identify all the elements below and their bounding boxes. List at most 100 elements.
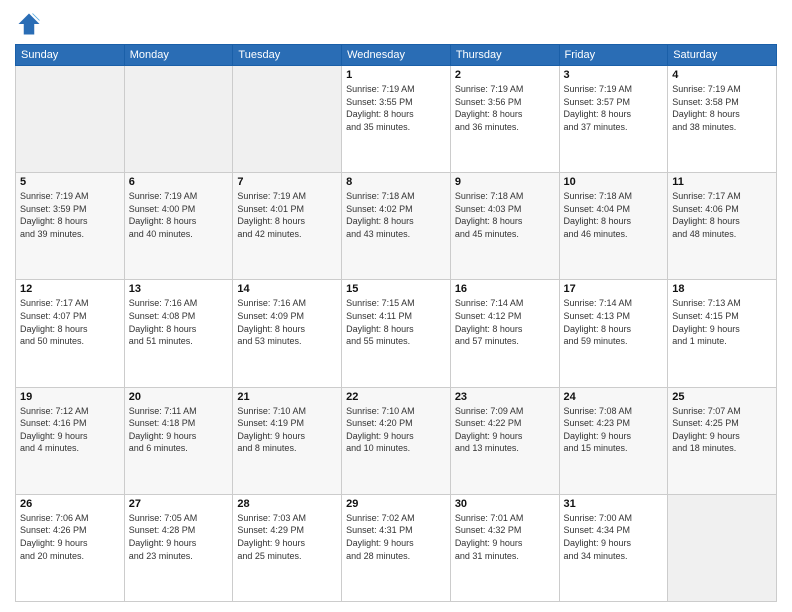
- day-info: Sunrise: 7:08 AM Sunset: 4:23 PM Dayligh…: [564, 405, 664, 455]
- day-cell: [16, 66, 125, 173]
- day-info: Sunrise: 7:01 AM Sunset: 4:32 PM Dayligh…: [455, 512, 555, 562]
- day-number: 18: [672, 283, 772, 295]
- weekday-header-row: SundayMondayTuesdayWednesdayThursdayFrid…: [16, 45, 777, 66]
- day-info: Sunrise: 7:18 AM Sunset: 4:02 PM Dayligh…: [346, 190, 446, 240]
- day-number: 26: [20, 498, 120, 510]
- day-number: 12: [20, 283, 120, 295]
- header: [15, 10, 777, 38]
- day-info: Sunrise: 7:00 AM Sunset: 4:34 PM Dayligh…: [564, 512, 664, 562]
- day-cell: 22 Sunrise: 7:10 AM Sunset: 4:20 PM Dayli…: [342, 387, 451, 494]
- weekday-header-sunday: Sunday: [16, 45, 125, 66]
- day-info: Sunrise: 7:16 AM Sunset: 4:09 PM Dayligh…: [237, 297, 337, 347]
- day-info: Sunrise: 7:19 AM Sunset: 3:58 PM Dayligh…: [672, 83, 772, 133]
- day-number: 6: [129, 176, 229, 188]
- day-cell: 19 Sunrise: 7:12 AM Sunset: 4:16 PM Dayli…: [16, 387, 125, 494]
- week-row-3: 19 Sunrise: 7:12 AM Sunset: 4:16 PM Dayli…: [16, 387, 777, 494]
- weekday-header-monday: Monday: [124, 45, 233, 66]
- day-cell: [233, 66, 342, 173]
- day-info: Sunrise: 7:19 AM Sunset: 3:56 PM Dayligh…: [455, 83, 555, 133]
- day-info: Sunrise: 7:10 AM Sunset: 4:20 PM Dayligh…: [346, 405, 446, 455]
- day-info: Sunrise: 7:09 AM Sunset: 4:22 PM Dayligh…: [455, 405, 555, 455]
- day-cell: 10 Sunrise: 7:18 AM Sunset: 4:04 PM Dayli…: [559, 173, 668, 280]
- day-cell: 2 Sunrise: 7:19 AM Sunset: 3:56 PM Daylig…: [450, 66, 559, 173]
- day-cell: 12Sunrise: 7:17 AM Sunset: 4:07 PM Dayli…: [16, 280, 125, 387]
- day-cell: 23 Sunrise: 7:09 AM Sunset: 4:22 PM Dayli…: [450, 387, 559, 494]
- day-number: 14: [237, 283, 337, 295]
- weekday-header-thursday: Thursday: [450, 45, 559, 66]
- day-info: Sunrise: 7:06 AM Sunset: 4:26 PM Dayligh…: [20, 512, 120, 562]
- week-row-2: 12Sunrise: 7:17 AM Sunset: 4:07 PM Dayli…: [16, 280, 777, 387]
- day-cell: 18 Sunrise: 7:13 AM Sunset: 4:15 PM Dayli…: [668, 280, 777, 387]
- week-row-4: 26 Sunrise: 7:06 AM Sunset: 4:26 PM Dayli…: [16, 494, 777, 601]
- day-number: 3: [564, 69, 664, 81]
- day-cell: 24 Sunrise: 7:08 AM Sunset: 4:23 PM Dayli…: [559, 387, 668, 494]
- day-cell: 4 Sunrise: 7:19 AM Sunset: 3:58 PM Daylig…: [668, 66, 777, 173]
- day-info: Sunrise: 7:14 AM Sunset: 4:12 PM Dayligh…: [455, 297, 555, 347]
- day-cell: 28Sunrise: 7:03 AM Sunset: 4:29 PM Dayli…: [233, 494, 342, 601]
- day-number: 4: [672, 69, 772, 81]
- day-number: 1: [346, 69, 446, 81]
- day-number: 16: [455, 283, 555, 295]
- day-cell: 20 Sunrise: 7:11 AM Sunset: 4:18 PM Dayli…: [124, 387, 233, 494]
- day-info: Sunrise: 7:19 AM Sunset: 4:01 PM Dayligh…: [237, 190, 337, 240]
- logo-icon: [15, 10, 43, 38]
- day-number: 2: [455, 69, 555, 81]
- day-number: 17: [564, 283, 664, 295]
- day-number: 5: [20, 176, 120, 188]
- day-cell: 8 Sunrise: 7:18 AM Sunset: 4:02 PM Daylig…: [342, 173, 451, 280]
- day-number: 31: [564, 498, 664, 510]
- weekday-header-tuesday: Tuesday: [233, 45, 342, 66]
- weekday-header-friday: Friday: [559, 45, 668, 66]
- day-info: Sunrise: 7:03 AM Sunset: 4:29 PM Dayligh…: [237, 512, 337, 562]
- day-cell: 29 Sunrise: 7:02 AM Sunset: 4:31 PM Dayli…: [342, 494, 451, 601]
- day-number: 20: [129, 391, 229, 403]
- week-row-1: 5 Sunrise: 7:19 AM Sunset: 3:59 PM Daylig…: [16, 173, 777, 280]
- day-number: 7: [237, 176, 337, 188]
- day-number: 9: [455, 176, 555, 188]
- day-cell: 31 Sunrise: 7:00 AM Sunset: 4:34 PM Dayli…: [559, 494, 668, 601]
- day-cell: 5 Sunrise: 7:19 AM Sunset: 3:59 PM Daylig…: [16, 173, 125, 280]
- day-info: Sunrise: 7:12 AM Sunset: 4:16 PM Dayligh…: [20, 405, 120, 455]
- day-number: 23: [455, 391, 555, 403]
- day-info: Sunrise: 7:07 AM Sunset: 4:25 PM Dayligh…: [672, 405, 772, 455]
- day-number: 24: [564, 391, 664, 403]
- calendar: SundayMondayTuesdayWednesdayThursdayFrid…: [15, 44, 777, 602]
- day-cell: 25 Sunrise: 7:07 AM Sunset: 4:25 PM Dayli…: [668, 387, 777, 494]
- day-info: Sunrise: 7:18 AM Sunset: 4:04 PM Dayligh…: [564, 190, 664, 240]
- day-info: Sunrise: 7:13 AM Sunset: 4:15 PM Dayligh…: [672, 297, 772, 347]
- day-info: Sunrise: 7:19 AM Sunset: 3:55 PM Dayligh…: [346, 83, 446, 133]
- day-info: Sunrise: 7:05 AM Sunset: 4:28 PM Dayligh…: [129, 512, 229, 562]
- day-info: Sunrise: 7:18 AM Sunset: 4:03 PM Dayligh…: [455, 190, 555, 240]
- day-info: Sunrise: 7:14 AM Sunset: 4:13 PM Dayligh…: [564, 297, 664, 347]
- week-row-0: 1 Sunrise: 7:19 AM Sunset: 3:55 PM Daylig…: [16, 66, 777, 173]
- day-info: Sunrise: 7:16 AM Sunset: 4:08 PM Dayligh…: [129, 297, 229, 347]
- day-number: 10: [564, 176, 664, 188]
- day-cell: 14 Sunrise: 7:16 AM Sunset: 4:09 PM Dayli…: [233, 280, 342, 387]
- day-info: Sunrise: 7:17 AM Sunset: 4:06 PM Dayligh…: [672, 190, 772, 240]
- day-number: 25: [672, 391, 772, 403]
- day-info: Sunrise: 7:19 AM Sunset: 4:00 PM Dayligh…: [129, 190, 229, 240]
- day-cell: 16 Sunrise: 7:14 AM Sunset: 4:12 PM Dayli…: [450, 280, 559, 387]
- day-number: 30: [455, 498, 555, 510]
- day-number: 21: [237, 391, 337, 403]
- day-cell: 30 Sunrise: 7:01 AM Sunset: 4:32 PM Dayli…: [450, 494, 559, 601]
- day-number: 13: [129, 283, 229, 295]
- day-number: 19: [20, 391, 120, 403]
- day-info: Sunrise: 7:19 AM Sunset: 3:59 PM Dayligh…: [20, 190, 120, 240]
- day-info: Sunrise: 7:02 AM Sunset: 4:31 PM Dayligh…: [346, 512, 446, 562]
- weekday-header-wednesday: Wednesday: [342, 45, 451, 66]
- day-number: 29: [346, 498, 446, 510]
- day-number: 22: [346, 391, 446, 403]
- day-info: Sunrise: 7:15 AM Sunset: 4:11 PM Dayligh…: [346, 297, 446, 347]
- day-cell: 26 Sunrise: 7:06 AM Sunset: 4:26 PM Dayli…: [16, 494, 125, 601]
- logo: [15, 10, 47, 38]
- day-number: 8: [346, 176, 446, 188]
- page: SundayMondayTuesdayWednesdayThursdayFrid…: [0, 0, 792, 612]
- day-info: Sunrise: 7:11 AM Sunset: 4:18 PM Dayligh…: [129, 405, 229, 455]
- day-cell: 21Sunrise: 7:10 AM Sunset: 4:19 PM Dayli…: [233, 387, 342, 494]
- day-cell: 11Sunrise: 7:17 AM Sunset: 4:06 PM Dayli…: [668, 173, 777, 280]
- day-cell: 27Sunrise: 7:05 AM Sunset: 4:28 PM Dayli…: [124, 494, 233, 601]
- day-cell: 13 Sunrise: 7:16 AM Sunset: 4:08 PM Dayli…: [124, 280, 233, 387]
- day-cell: [668, 494, 777, 601]
- day-cell: [124, 66, 233, 173]
